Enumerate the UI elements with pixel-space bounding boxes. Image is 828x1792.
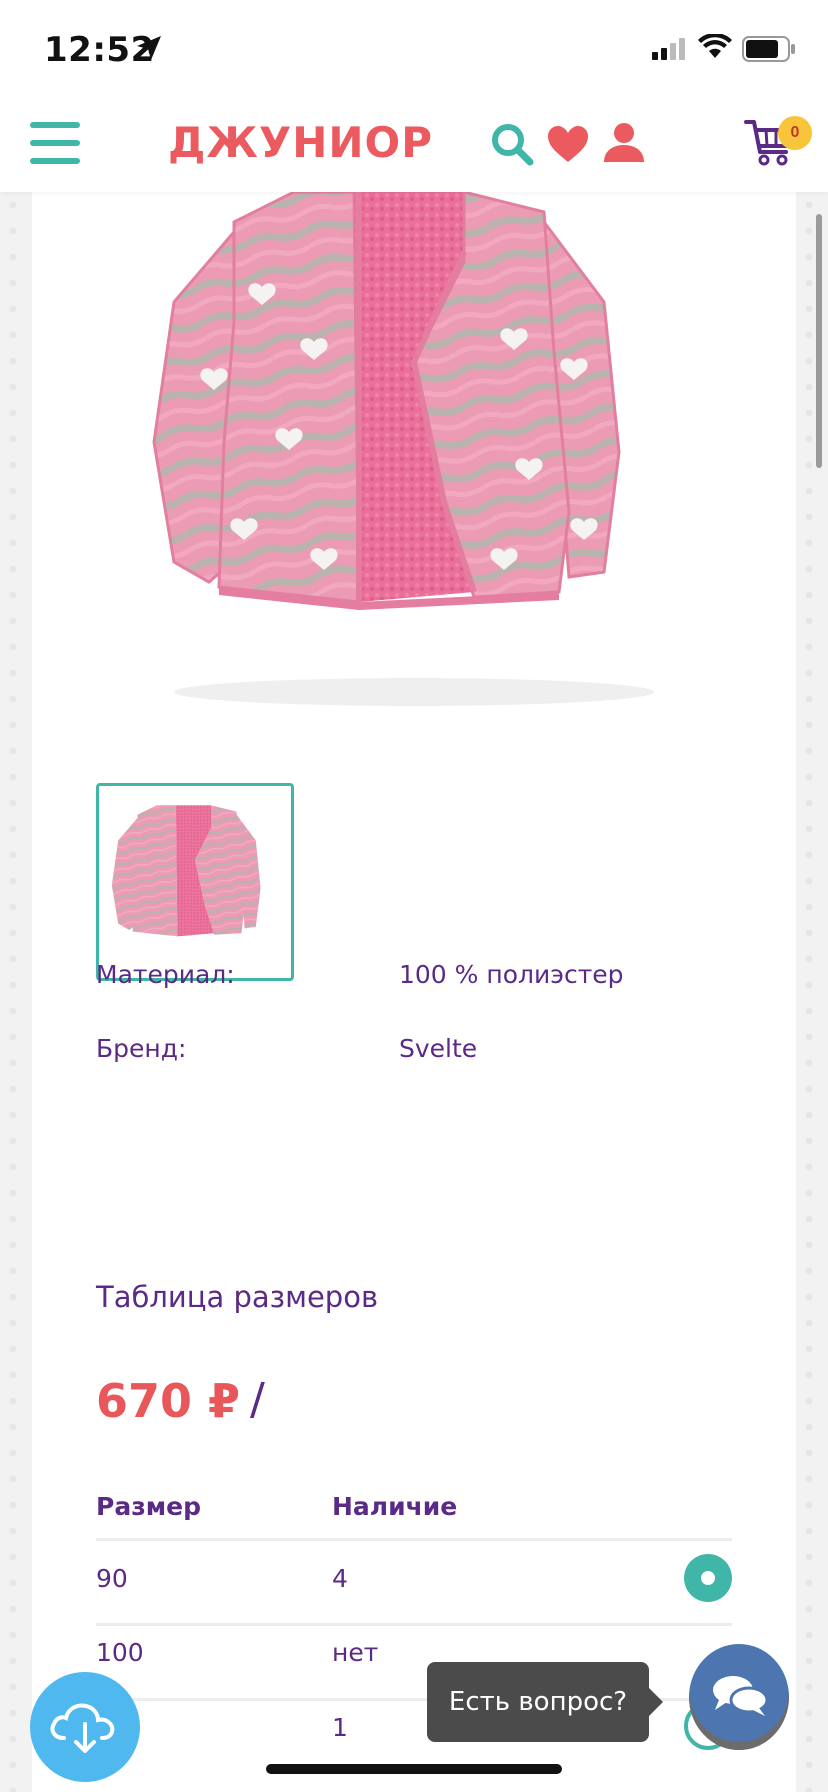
spec-value-material: 100 % полиэстер bbox=[399, 960, 624, 989]
thumbnail-image bbox=[99, 798, 291, 966]
product-thumbnail[interactable] bbox=[96, 783, 294, 981]
table-cell-availability: 1 bbox=[332, 1713, 348, 1742]
chat-button[interactable] bbox=[689, 1644, 789, 1750]
page-background-left bbox=[0, 192, 32, 1792]
download-button[interactable] bbox=[30, 1672, 140, 1782]
size-radio-selected[interactable] bbox=[684, 1554, 732, 1602]
signal-icon bbox=[652, 38, 685, 60]
chat-tooltip-arrow bbox=[649, 1688, 663, 1716]
table-cell-size: 100 bbox=[96, 1638, 144, 1667]
cloud-download-icon bbox=[50, 1703, 115, 1753]
status-bar: 12:52 bbox=[0, 0, 828, 96]
battery-icon bbox=[742, 36, 795, 62]
product-price: 670 ₽ bbox=[96, 1374, 241, 1428]
table-header-availability: Наличие bbox=[332, 1492, 458, 1521]
table-divider bbox=[96, 1538, 732, 1541]
wifi-icon bbox=[698, 34, 732, 58]
location-arrow-icon bbox=[137, 36, 161, 60]
spec-label-material: Материал: bbox=[96, 960, 235, 989]
table-cell-availability: 4 bbox=[332, 1564, 348, 1593]
site-header: ДЖУНИОР 0 bbox=[0, 96, 828, 192]
product-main-image[interactable] bbox=[114, 192, 714, 712]
page-background-right bbox=[796, 192, 828, 1792]
table-header-size: Размер bbox=[96, 1492, 202, 1521]
home-indicator bbox=[266, 1764, 562, 1774]
size-table-link[interactable]: Таблица размеров bbox=[96, 1280, 378, 1314]
product-card: Материал: 100 % полиэстер Бренд: Svelte … bbox=[32, 192, 796, 1792]
price-separator: / bbox=[250, 1374, 265, 1425]
chat-bubbles-icon bbox=[713, 1676, 769, 1716]
site-logo[interactable]: ДЖУНИОР bbox=[168, 118, 433, 167]
scrollbar[interactable] bbox=[816, 214, 822, 468]
chat-tooltip[interactable]: Есть вопрос? bbox=[427, 1662, 649, 1742]
heart-icon[interactable] bbox=[546, 124, 590, 164]
table-divider bbox=[96, 1623, 732, 1626]
user-icon[interactable] bbox=[602, 120, 646, 164]
search-icon[interactable] bbox=[490, 122, 534, 166]
spec-label-brand: Бренд: bbox=[96, 1034, 187, 1063]
spec-value-brand[interactable]: Svelte bbox=[399, 1034, 477, 1063]
table-cell-availability: нет bbox=[332, 1638, 379, 1667]
menu-icon[interactable] bbox=[30, 122, 80, 166]
cart-count-badge: 0 bbox=[778, 116, 812, 150]
table-cell-size: 90 bbox=[96, 1564, 128, 1593]
